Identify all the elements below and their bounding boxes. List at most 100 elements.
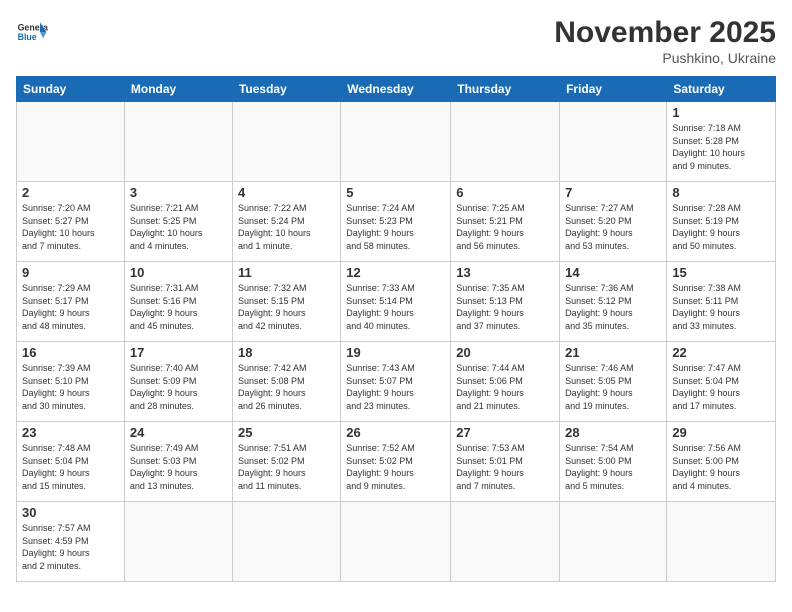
calendar-cell — [667, 502, 776, 582]
day-number: 19 — [346, 345, 445, 360]
calendar-cell — [341, 502, 451, 582]
logo-icon: General Blue — [16, 16, 48, 48]
day-info: Sunrise: 7:43 AMSunset: 5:07 PMDaylight:… — [346, 362, 445, 412]
calendar-cell: 28 Sunrise: 7:54 AMSunset: 5:00 PMDayligh… — [560, 422, 667, 502]
calendar-cell: 9 Sunrise: 7:29 AMSunset: 5:17 PMDaylight… — [17, 262, 125, 342]
day-number: 9 — [22, 265, 119, 280]
calendar-cell — [17, 102, 125, 182]
calendar-cell: 24Sunrise: 7:49 AMSunset: 5:03 PMDayligh… — [124, 422, 232, 502]
day-info: Sunrise: 7:36 AMSunset: 5:12 PMDaylight:… — [565, 282, 661, 332]
day-info: Sunrise: 7:42 AMSunset: 5:08 PMDaylight:… — [238, 362, 335, 412]
day-info: Sunrise: 7:38 AMSunset: 5:11 PMDaylight:… — [672, 282, 770, 332]
day-info: Sunrise: 7:21 AMSunset: 5:25 PMDaylight:… — [130, 202, 227, 252]
day-info: Sunrise: 7:27 AMSunset: 5:20 PMDaylight:… — [565, 202, 661, 252]
weekday-header-monday: Monday — [124, 77, 232, 102]
calendar-cell — [232, 102, 340, 182]
day-info: Sunrise: 7:22 AMSunset: 5:24 PMDaylight:… — [238, 202, 335, 252]
svg-text:Blue: Blue — [18, 32, 37, 42]
calendar-cell: 13 Sunrise: 7:35 AMSunset: 5:13 PMDayligh… — [451, 262, 560, 342]
calendar-cell — [124, 502, 232, 582]
day-info: Sunrise: 7:54 AMSunset: 5:00 PMDaylight:… — [565, 442, 661, 492]
day-number: 25 — [238, 425, 335, 440]
calendar-cell: 11 Sunrise: 7:32 AMSunset: 5:15 PMDayligh… — [232, 262, 340, 342]
day-info: Sunrise: 7:51 AMSunset: 5:02 PMDaylight:… — [238, 442, 335, 492]
calendar-cell: 14Sunrise: 7:36 AMSunset: 5:12 PMDayligh… — [560, 262, 667, 342]
month-year-title: November 2025 — [554, 16, 776, 50]
day-number: 28 — [565, 425, 661, 440]
calendar-cell: 30Sunrise: 7:57 AMSunset: 4:59 PMDayligh… — [17, 502, 125, 582]
weekday-header-wednesday: Wednesday — [341, 77, 451, 102]
calendar-cell: 16Sunrise: 7:39 AMSunset: 5:10 PMDayligh… — [17, 342, 125, 422]
day-number: 24 — [130, 425, 227, 440]
day-number: 2 — [22, 185, 119, 200]
day-info: Sunrise: 7:31 AMSunset: 5:16 PMDaylight:… — [130, 282, 227, 332]
day-number: 11 — [238, 265, 335, 280]
calendar-cell: 7 Sunrise: 7:27 AMSunset: 5:20 PMDaylight… — [560, 182, 667, 262]
day-info: Sunrise: 7:47 AMSunset: 5:04 PMDaylight:… — [672, 362, 770, 412]
weekday-header-saturday: Saturday — [667, 77, 776, 102]
header: General Blue November 2025 Pushkino, Ukr… — [16, 16, 776, 66]
day-number: 10 — [130, 265, 227, 280]
calendar-cell — [232, 502, 340, 582]
day-number: 17 — [130, 345, 227, 360]
weekday-header-sunday: Sunday — [17, 77, 125, 102]
calendar-cell — [560, 102, 667, 182]
calendar-cell: 20Sunrise: 7:44 AMSunset: 5:06 PMDayligh… — [451, 342, 560, 422]
weekday-header-tuesday: Tuesday — [232, 77, 340, 102]
calendar-cell: 4 Sunrise: 7:22 AMSunset: 5:24 PMDaylight… — [232, 182, 340, 262]
day-number: 8 — [672, 185, 770, 200]
calendar-cell: 17 Sunrise: 7:40 AMSunset: 5:09 PMDayligh… — [124, 342, 232, 422]
calendar-cell: 3Sunrise: 7:21 AMSunset: 5:25 PMDaylight… — [124, 182, 232, 262]
calendar-week-3: 9 Sunrise: 7:29 AMSunset: 5:17 PMDaylight… — [17, 262, 776, 342]
calendar-cell — [451, 102, 560, 182]
day-info: Sunrise: 7:40 AMSunset: 5:09 PMDaylight:… — [130, 362, 227, 412]
day-number: 30 — [22, 505, 119, 520]
day-number: 13 — [456, 265, 554, 280]
day-info: Sunrise: 7:24 AMSunset: 5:23 PMDaylight:… — [346, 202, 445, 252]
day-number: 16 — [22, 345, 119, 360]
day-number: 15 — [672, 265, 770, 280]
day-info: Sunrise: 7:44 AMSunset: 5:06 PMDaylight:… — [456, 362, 554, 412]
day-number: 12 — [346, 265, 445, 280]
calendar-cell: 23 Sunrise: 7:48 AMSunset: 5:04 PMDayligh… — [17, 422, 125, 502]
calendar-cell: 5 Sunrise: 7:24 AMSunset: 5:23 PMDaylight… — [341, 182, 451, 262]
calendar-cell: 8Sunrise: 7:28 AMSunset: 5:19 PMDaylight… — [667, 182, 776, 262]
calendar-cell: 27Sunrise: 7:53 AMSunset: 5:01 PMDayligh… — [451, 422, 560, 502]
day-number: 4 — [238, 185, 335, 200]
calendar-cell: 29Sunrise: 7:56 AMSunset: 5:00 PMDayligh… — [667, 422, 776, 502]
calendar-week-4: 16Sunrise: 7:39 AMSunset: 5:10 PMDayligh… — [17, 342, 776, 422]
day-number: 18 — [238, 345, 335, 360]
calendar-cell: 2Sunrise: 7:20 AMSunset: 5:27 PMDaylight… — [17, 182, 125, 262]
calendar-cell: 6 Sunrise: 7:25 AMSunset: 5:21 PMDaylight… — [451, 182, 560, 262]
day-info: Sunrise: 7:18 AMSunset: 5:28 PMDaylight:… — [672, 122, 770, 172]
day-info: Sunrise: 7:32 AMSunset: 5:15 PMDaylight:… — [238, 282, 335, 332]
day-info: Sunrise: 7:48 AMSunset: 5:04 PMDaylight:… — [22, 442, 119, 492]
day-info: Sunrise: 7:52 AMSunset: 5:02 PMDaylight:… — [346, 442, 445, 492]
day-number: 23 — [22, 425, 119, 440]
location-subtitle: Pushkino, Ukraine — [554, 50, 776, 66]
day-number: 29 — [672, 425, 770, 440]
calendar-week-1: 1Sunrise: 7:18 AMSunset: 5:28 PMDaylight… — [17, 102, 776, 182]
calendar-cell: 10 Sunrise: 7:31 AMSunset: 5:16 PMDayligh… — [124, 262, 232, 342]
calendar-cell — [124, 102, 232, 182]
weekday-header-thursday: Thursday — [451, 77, 560, 102]
day-info: Sunrise: 7:33 AMSunset: 5:14 PMDaylight:… — [346, 282, 445, 332]
day-number: 26 — [346, 425, 445, 440]
day-info: Sunrise: 7:46 AMSunset: 5:05 PMDaylight:… — [565, 362, 661, 412]
calendar-week-6: 30Sunrise: 7:57 AMSunset: 4:59 PMDayligh… — [17, 502, 776, 582]
day-info: Sunrise: 7:25 AMSunset: 5:21 PMDaylight:… — [456, 202, 554, 252]
calendar-week-2: 2Sunrise: 7:20 AMSunset: 5:27 PMDaylight… — [17, 182, 776, 262]
calendar-cell: 1Sunrise: 7:18 AMSunset: 5:28 PMDaylight… — [667, 102, 776, 182]
calendar-week-5: 23 Sunrise: 7:48 AMSunset: 5:04 PMDayligh… — [17, 422, 776, 502]
calendar-cell: 21Sunrise: 7:46 AMSunset: 5:05 PMDayligh… — [560, 342, 667, 422]
day-number: 7 — [565, 185, 661, 200]
day-number: 5 — [346, 185, 445, 200]
calendar-cell: 12 Sunrise: 7:33 AMSunset: 5:14 PMDayligh… — [341, 262, 451, 342]
day-info: Sunrise: 7:35 AMSunset: 5:13 PMDaylight:… — [456, 282, 554, 332]
calendar-cell: 15 Sunrise: 7:38 AMSunset: 5:11 PMDayligh… — [667, 262, 776, 342]
calendar-cell: 25 Sunrise: 7:51 AMSunset: 5:02 PMDayligh… — [232, 422, 340, 502]
day-info: Sunrise: 7:29 AMSunset: 5:17 PMDaylight:… — [22, 282, 119, 332]
day-number: 6 — [456, 185, 554, 200]
calendar-cell — [560, 502, 667, 582]
calendar-cell — [451, 502, 560, 582]
